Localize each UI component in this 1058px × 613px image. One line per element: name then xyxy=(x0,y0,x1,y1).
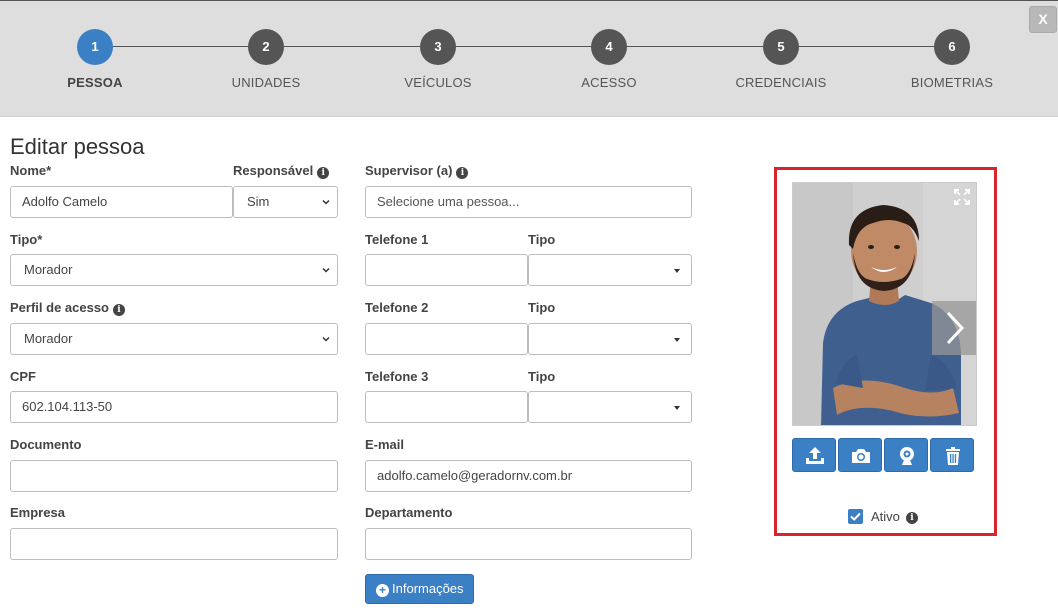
tipo-select-value: Morador xyxy=(24,262,73,277)
step-number: 1 xyxy=(77,29,113,65)
info-icon[interactable]: i xyxy=(905,512,918,524)
informacoes-button[interactable]: + Informações xyxy=(365,574,474,604)
info-icon[interactable]: i xyxy=(456,167,469,179)
cpf-field[interactable]: 602.104.113-50 xyxy=(10,391,338,423)
step-pessoa[interactable]: 1 PESSOA xyxy=(35,29,155,90)
email-label: E-mail xyxy=(365,437,405,452)
plus-circle-icon: + xyxy=(376,584,389,597)
supervisor-label: Supervisor (a) i xyxy=(365,163,469,179)
telefone2-tipo-label: Tipo xyxy=(528,300,556,315)
departamento-label: Departamento xyxy=(365,505,453,520)
info-icon[interactable]: i xyxy=(317,167,330,179)
step-unidades[interactable]: 2 UNIDADES xyxy=(206,29,326,90)
empresa-field[interactable] xyxy=(10,528,338,560)
cpf-label: CPF xyxy=(10,369,36,384)
photo-panel: Ativo i xyxy=(774,167,997,536)
step-label: UNIDADES xyxy=(231,75,301,90)
chevron-down-icon xyxy=(322,199,330,205)
wizard-steps: 1 PESSOA 2 UNIDADES 3 VEÍCULOS 4 ACESSO … xyxy=(0,0,1058,117)
step-acesso[interactable]: 4 ACESSO xyxy=(549,29,669,90)
perfil-select-value: Morador xyxy=(24,331,73,346)
departamento-field[interactable] xyxy=(365,528,692,560)
perfil-select[interactable]: Morador xyxy=(10,323,338,355)
telefone1-tipo-label: Tipo xyxy=(528,232,556,247)
telefone1-label: Telefone 1 xyxy=(365,232,429,247)
responsavel-select[interactable]: Sim xyxy=(233,186,338,218)
chevron-right-icon xyxy=(946,311,965,345)
step-label: CREDENCIAIS xyxy=(735,75,827,90)
check-icon xyxy=(850,512,861,521)
step-number: 5 xyxy=(763,29,799,65)
step-credenciais[interactable]: 5 CREDENCIAIS xyxy=(721,29,841,90)
step-label: BIOMETRIAS xyxy=(910,75,994,90)
documento-field[interactable] xyxy=(10,460,338,492)
camera-icon xyxy=(852,449,870,463)
telefone2-field[interactable] xyxy=(365,323,528,355)
next-photo-button[interactable] xyxy=(932,301,976,355)
step-label: PESSOA xyxy=(67,75,123,90)
step-number: 4 xyxy=(591,29,627,65)
caret-down-icon xyxy=(674,338,680,342)
camera-button[interactable] xyxy=(838,438,882,472)
telefone3-tipo-select[interactable] xyxy=(528,391,692,423)
caret-down-icon xyxy=(674,406,680,410)
caret-down-icon xyxy=(674,269,680,273)
upload-icon xyxy=(806,447,824,464)
telefone1-field[interactable] xyxy=(365,254,528,286)
page-title: Editar pessoa xyxy=(10,134,145,159)
person-photo[interactable] xyxy=(792,182,977,426)
supervisor-placeholder: Selecione uma pessoa... xyxy=(377,194,520,209)
step-number: 6 xyxy=(934,29,970,65)
supervisor-label-text: Supervisor (a) xyxy=(365,163,453,178)
webcam-icon xyxy=(900,447,914,465)
chevron-down-icon xyxy=(322,267,330,273)
close-button[interactable]: X xyxy=(1029,6,1057,33)
step-number: 3 xyxy=(420,29,456,65)
trash-icon xyxy=(946,447,960,465)
telefone3-label: Telefone 3 xyxy=(365,369,429,384)
chevron-down-icon xyxy=(322,336,330,342)
step-veiculos[interactable]: 3 VEÍCULOS xyxy=(378,29,498,90)
ativo-checkbox[interactable] xyxy=(848,509,863,524)
tipo-select[interactable]: Morador xyxy=(10,254,338,286)
responsavel-label-text: Responsável xyxy=(233,163,314,178)
step-biometrias[interactable]: 6 BIOMETRIAS xyxy=(892,29,1012,90)
responsavel-label: Responsável i xyxy=(233,163,330,179)
step-label: ACESSO xyxy=(581,75,637,90)
webcam-button[interactable] xyxy=(884,438,928,472)
tipo-label: Tipo* xyxy=(10,232,43,247)
informacoes-button-label: Informações xyxy=(392,581,464,596)
ativo-label: Ativo xyxy=(871,509,900,524)
info-icon[interactable]: i xyxy=(113,304,125,316)
upload-photo-button[interactable] xyxy=(792,438,836,472)
telefone2-label: Telefone 2 xyxy=(365,300,429,315)
nome-field[interactable]: Adolfo Camelo xyxy=(10,186,233,218)
step-label: VEÍCULOS xyxy=(404,75,472,90)
ativo-toggle[interactable]: Ativo i xyxy=(848,509,918,524)
responsavel-select-value: Sim xyxy=(247,194,270,209)
empresa-label: Empresa xyxy=(10,505,65,520)
perfil-label-text: Perfil de acesso xyxy=(10,300,109,315)
perfil-label: Perfil de acesso i xyxy=(10,300,125,316)
delete-photo-button[interactable] xyxy=(930,438,974,472)
telefone3-field[interactable] xyxy=(365,391,528,423)
telefone3-tipo-label: Tipo xyxy=(528,369,556,384)
expand-icon[interactable] xyxy=(954,189,970,205)
nome-label: Nome* xyxy=(10,163,52,178)
telefone2-tipo-select[interactable] xyxy=(528,323,692,355)
step-number: 2 xyxy=(248,29,284,65)
supervisor-select[interactable]: Selecione uma pessoa... xyxy=(365,186,692,218)
telefone1-tipo-select[interactable] xyxy=(528,254,692,286)
documento-label: Documento xyxy=(10,437,82,452)
email-field[interactable]: adolfo.camelo@geradornv.com.br xyxy=(365,460,692,492)
